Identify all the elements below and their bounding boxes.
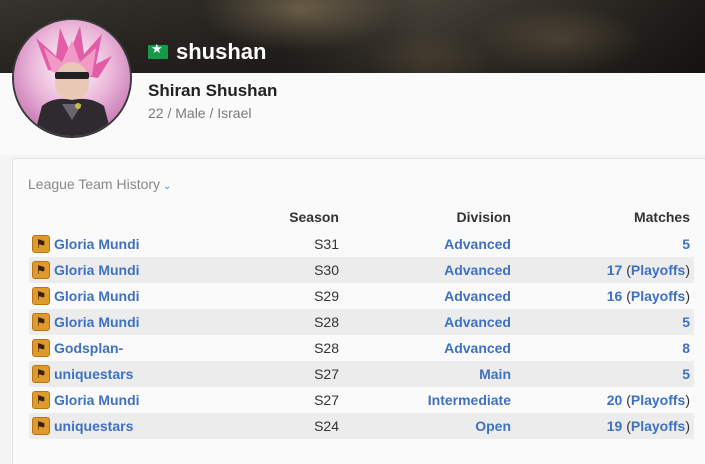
team-link[interactable]: Gloria Mundi — [54, 262, 140, 278]
table-row: ⚑ uniquestars S27 Main 5 — [29, 361, 694, 387]
team-cell: ⚑ Gloria Mundi — [29, 257, 257, 283]
table-row: ⚑ Gloria Mundi S28 Advanced 5 — [29, 309, 694, 335]
header-team — [29, 202, 257, 231]
matches-link[interactable]: 5 — [682, 236, 690, 252]
division-link[interactable]: Advanced — [444, 236, 511, 252]
matches-link[interactable]: 19 — [607, 418, 623, 434]
matches-cell: 5 — [515, 361, 694, 387]
matches-cell: 5 — [515, 231, 694, 257]
division-link[interactable]: Main — [479, 366, 511, 382]
team-cell: ⚑ uniquestars — [29, 413, 257, 439]
division-cell: Advanced — [343, 309, 515, 335]
paren-close: ) — [685, 392, 690, 408]
table-row: ⚑ Gloria Mundi S29 Advanced 16 (Playoffs) — [29, 283, 694, 309]
season-cell: S27 — [314, 392, 339, 408]
counter-strike-icon: ⚑ — [32, 235, 50, 253]
section-title: League Team History — [28, 176, 161, 192]
team-history-toggle[interactable]: League Team History ⌄ — [28, 176, 171, 192]
table-row: ⚑ Gloria Mundi S31 Advanced 5 — [29, 231, 694, 257]
division-cell: Advanced — [343, 231, 515, 257]
team-cell: ⚑ Godsplan- — [29, 335, 257, 361]
header-season: Season — [289, 208, 339, 225]
matches-cell: 16 (Playoffs) — [515, 283, 694, 309]
season-cell: S31 — [314, 236, 339, 252]
season-cell: S29 — [314, 288, 339, 304]
division-cell: Advanced — [343, 283, 515, 309]
team-link[interactable]: uniquestars — [54, 418, 133, 434]
header-division: Division — [456, 208, 511, 225]
matches-link[interactable]: 8 — [682, 340, 690, 356]
team-link[interactable]: Gloria Mundi — [54, 288, 140, 304]
counter-strike-icon: ⚑ — [32, 417, 50, 435]
paren-close: ) — [685, 262, 690, 278]
matches-link[interactable]: 5 — [682, 366, 690, 382]
team-cell: ⚑ uniquestars — [29, 361, 257, 387]
avatar[interactable] — [12, 18, 132, 138]
header-matches: Matches — [633, 208, 690, 225]
season-cell: S27 — [257, 361, 343, 387]
team-link[interactable]: uniquestars — [54, 366, 133, 382]
division-link[interactable]: Intermediate — [428, 392, 511, 408]
real-name: Shiran Shushan — [148, 81, 278, 100]
team-history-table: Season Division Matches ⚑ Gloria Mundi S31… — [29, 202, 694, 439]
division-link[interactable]: Advanced — [444, 340, 511, 356]
division-cell: Advanced — [343, 257, 515, 283]
playoffs-link[interactable]: Playoffs — [631, 262, 685, 278]
counter-strike-icon: ⚑ — [32, 287, 50, 305]
division-cell: Intermediate — [343, 387, 515, 413]
profile-meta: 22 / Male / Israel — [148, 105, 252, 121]
team-cell: ⚑ Gloria Mundi — [29, 309, 257, 335]
playoffs-link[interactable]: Playoffs — [631, 392, 685, 408]
division-link[interactable]: Advanced — [444, 262, 511, 278]
division-link[interactable]: Advanced — [444, 288, 511, 304]
season-cell: S24 — [257, 413, 343, 439]
team-cell: ⚑ Gloria Mundi — [29, 231, 257, 257]
nickname: shushan — [176, 39, 267, 64]
playoffs-link[interactable]: Playoffs — [631, 288, 685, 304]
table-row: ⚑ Gloria Mundi S27 Intermediate 20 (Playoffs… — [29, 387, 694, 413]
team-link[interactable]: Godsplan- — [54, 340, 123, 356]
israel-flag-icon — [148, 42, 168, 59]
season-cell: S28 — [314, 340, 339, 356]
season-cell: S30 — [257, 257, 343, 283]
counter-strike-icon: ⚑ — [32, 365, 50, 383]
counter-strike-icon: ⚑ — [32, 313, 50, 331]
counter-strike-icon: ⚑ — [32, 261, 50, 279]
avatar-image — [14, 20, 130, 136]
counter-strike-icon: ⚑ — [32, 391, 50, 409]
division-cell: Advanced — [343, 335, 515, 361]
division-link[interactable]: Advanced — [444, 314, 511, 330]
table-row: ⚑ Gloria Mundi S30 Advanced 17 (Playoffs) — [29, 257, 694, 283]
division-link[interactable]: Open — [475, 418, 511, 434]
team-cell: ⚑ Gloria Mundi — [29, 283, 257, 309]
playoffs-link[interactable]: Playoffs — [631, 418, 685, 434]
team-link[interactable]: Gloria Mundi — [54, 314, 140, 330]
counter-strike-icon: ⚑ — [32, 339, 50, 357]
matches-cell: 8 — [515, 335, 694, 361]
team-link[interactable]: Gloria Mundi — [54, 236, 140, 252]
table-row: ⚑ uniquestars S24 Open 19 (Playoffs) — [29, 413, 694, 439]
matches-cell: 20 (Playoffs) — [515, 387, 694, 413]
matches-cell: 5 — [515, 309, 694, 335]
division-cell: Open — [343, 413, 515, 439]
team-cell: ⚑ Gloria Mundi — [29, 387, 257, 413]
division-cell: Main — [343, 361, 515, 387]
paren-close: ) — [685, 288, 690, 304]
season-cell: S28 — [257, 309, 343, 335]
paren-close: ) — [685, 418, 690, 434]
team-link[interactable]: Gloria Mundi — [54, 392, 140, 408]
chevron-down-icon: ⌄ — [163, 181, 172, 192]
matches-link[interactable]: 20 — [607, 392, 623, 408]
matches-cell: 19 (Playoffs) — [515, 413, 694, 439]
matches-link[interactable]: 5 — [682, 314, 690, 330]
nickname-row: shushan — [148, 38, 266, 66]
matches-link[interactable]: 17 — [607, 262, 623, 278]
table-row: ⚑ Godsplan- S28 Advanced 8 — [29, 335, 694, 361]
table-header-row: Season Division Matches — [29, 202, 694, 231]
matches-link[interactable]: 16 — [607, 288, 623, 304]
matches-cell: 17 (Playoffs) — [515, 257, 694, 283]
